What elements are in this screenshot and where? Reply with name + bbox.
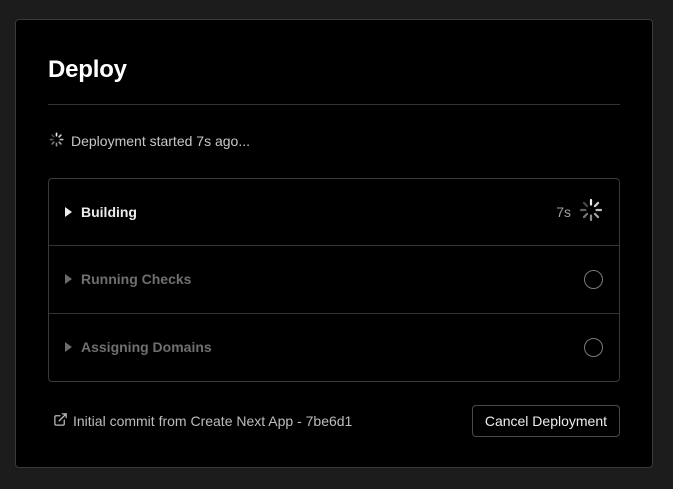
step-building[interactable]: Building 7s <box>49 179 619 247</box>
dialog-title: Deploy <box>48 56 127 83</box>
step-label: Assigning Domains <box>81 339 212 356</box>
commit-link[interactable]: Initial commit from Create Next App - 7b… <box>53 412 352 430</box>
pending-circle-icon <box>584 337 603 357</box>
pending-circle-icon <box>584 269 603 289</box>
step-elapsed-time: 7s <box>556 204 571 221</box>
caret-right-icon <box>65 274 72 285</box>
step-label: Running Checks <box>81 271 192 288</box>
caret-right-icon <box>65 342 72 353</box>
caret-right-icon <box>65 207 72 218</box>
deployment-status: Deployment started 7s ago... <box>49 132 250 150</box>
step-label: Building <box>81 204 137 221</box>
divider <box>48 104 620 105</box>
step-assigning-domains[interactable]: Assigning Domains <box>49 314 619 381</box>
step-running-checks[interactable]: Running Checks <box>49 246 619 314</box>
spinner-icon <box>579 198 603 227</box>
status-text: Deployment started 7s ago... <box>71 133 250 149</box>
spinner-icon <box>49 132 64 150</box>
deployment-steps: Building 7s Running Checks Assigning Dom… <box>48 178 620 382</box>
cancel-deployment-button[interactable]: Cancel Deployment <box>471 405 620 437</box>
deploy-dialog: Deploy Deployment started 7s ago... Buil… <box>15 19 653 468</box>
external-link-icon <box>53 412 68 430</box>
commit-text: Initial commit from Create Next App - 7b… <box>73 413 353 429</box>
